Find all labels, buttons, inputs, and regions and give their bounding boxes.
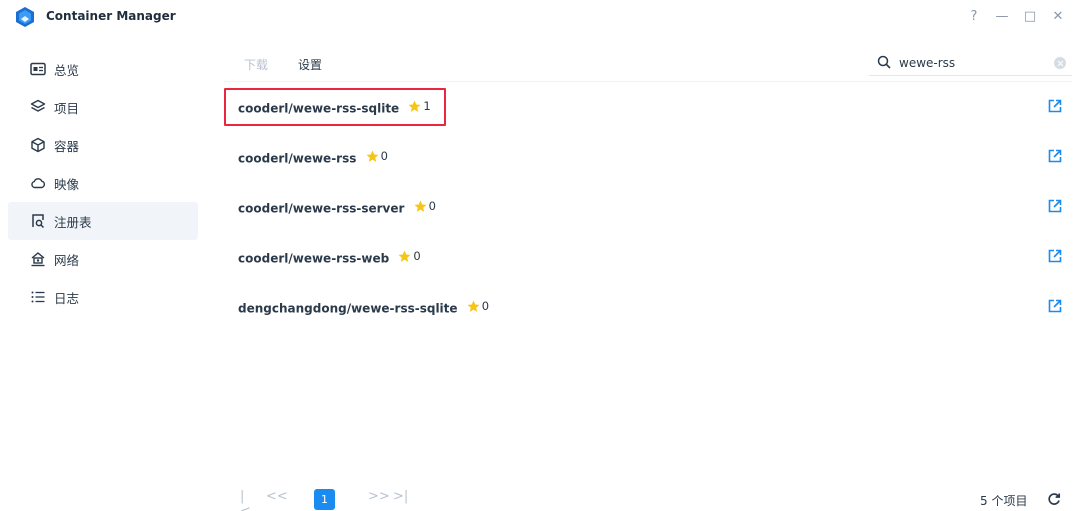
sidebar-item-container[interactable]: 容器 bbox=[8, 126, 198, 164]
image-name: cooderl/wewe-rss-server bbox=[238, 201, 405, 216]
search-icon bbox=[877, 55, 891, 69]
sidebar-item-network[interactable]: 网络 bbox=[8, 240, 198, 278]
last-page-button[interactable]: >| bbox=[393, 489, 408, 504]
star-icon bbox=[414, 200, 427, 212]
external-link-icon[interactable] bbox=[1048, 149, 1062, 163]
sidebar-item-label: 网络 bbox=[54, 252, 80, 268]
minimize-button[interactable]: — bbox=[994, 9, 1010, 24]
star-count: 0 bbox=[481, 299, 490, 313]
download-button[interactable]: 下载 bbox=[244, 56, 268, 73]
star-icon bbox=[366, 150, 379, 162]
registry-results-list: cooderl/wewe-rss-sqlite 1 cooderl/wewe-r… bbox=[224, 82, 1072, 332]
list-item[interactable]: dengchangdong/wewe-rss-sqlite 0 bbox=[224, 282, 1072, 332]
list-item[interactable]: cooderl/wewe-rss-server 0 bbox=[224, 182, 1072, 232]
current-page-button[interactable]: 1 bbox=[314, 489, 335, 510]
registry-icon bbox=[32, 214, 45, 229]
log-icon bbox=[31, 291, 45, 303]
container-manager-logo-icon bbox=[16, 7, 34, 27]
external-link-icon[interactable] bbox=[1048, 249, 1062, 263]
star-icon bbox=[408, 100, 421, 112]
star-count: 0 bbox=[380, 149, 388, 163]
sidebar-item-overview[interactable]: 总览 bbox=[8, 50, 198, 88]
star-count: 0 bbox=[413, 249, 421, 263]
external-link-icon[interactable] bbox=[1048, 299, 1062, 313]
external-link-icon[interactable] bbox=[1048, 99, 1062, 113]
star-count: 1 bbox=[423, 99, 431, 113]
external-link-icon[interactable] bbox=[1048, 199, 1062, 213]
sidebar-item-log[interactable]: 日志 bbox=[8, 278, 198, 316]
star-count: 0 bbox=[428, 199, 436, 213]
sidebar-item-image[interactable]: 映像 bbox=[8, 164, 198, 202]
next-page-button[interactable]: >> bbox=[368, 489, 390, 504]
sidebar-item-registry[interactable]: 注册表 bbox=[8, 202, 198, 240]
app-title: Container Manager bbox=[46, 9, 176, 23]
sidebar-item-label: 日志 bbox=[54, 290, 80, 306]
item-count: 5 个项目 bbox=[980, 494, 1028, 508]
search-box bbox=[869, 50, 1072, 76]
title-bar: Container Manager ? — □ ✕ bbox=[0, 0, 1080, 34]
network-icon bbox=[31, 252, 45, 267]
first-page-button[interactable]: |< bbox=[240, 489, 251, 511]
star-icon bbox=[398, 250, 411, 262]
help-button[interactable]: ? bbox=[966, 9, 982, 24]
image-cloud-icon bbox=[31, 178, 46, 189]
image-name: cooderl/wewe-rss-sqlite bbox=[238, 101, 400, 116]
sidebar-item-label: 注册表 bbox=[54, 214, 92, 230]
list-item[interactable]: cooderl/wewe-rss 0 bbox=[224, 132, 1072, 182]
search-input[interactable] bbox=[899, 53, 1039, 73]
list-item[interactable]: cooderl/wewe-rss-sqlite 1 bbox=[224, 82, 1072, 132]
refresh-icon[interactable] bbox=[1047, 492, 1061, 506]
close-button[interactable]: ✕ bbox=[1050, 9, 1066, 24]
prev-page-button[interactable]: << bbox=[266, 489, 288, 504]
sidebar-item-label: 映像 bbox=[54, 176, 80, 192]
image-name: cooderl/wewe-rss bbox=[238, 151, 357, 166]
container-icon bbox=[31, 137, 45, 153]
sidebar-item-project[interactable]: 项目 bbox=[8, 88, 198, 126]
overview-icon bbox=[30, 62, 46, 76]
clear-search-icon[interactable] bbox=[1054, 57, 1066, 69]
image-name: dengchangdong/wewe-rss-sqlite bbox=[238, 301, 458, 316]
sidebar: 总览 项目 容器 映像 注册表 网络 日志 bbox=[0, 50, 200, 316]
sidebar-item-label: 项目 bbox=[54, 100, 80, 116]
sidebar-item-label: 容器 bbox=[54, 138, 80, 154]
sidebar-item-label: 总览 bbox=[54, 62, 80, 78]
list-item[interactable]: cooderl/wewe-rss-web 0 bbox=[224, 232, 1072, 282]
star-icon bbox=[467, 300, 480, 312]
maximize-button[interactable]: □ bbox=[1022, 9, 1038, 24]
settings-button[interactable]: 设置 bbox=[298, 56, 322, 73]
project-icon bbox=[30, 99, 46, 112]
image-name: cooderl/wewe-rss-web bbox=[238, 251, 390, 266]
toolbar: 下载 设置 bbox=[224, 50, 1072, 82]
